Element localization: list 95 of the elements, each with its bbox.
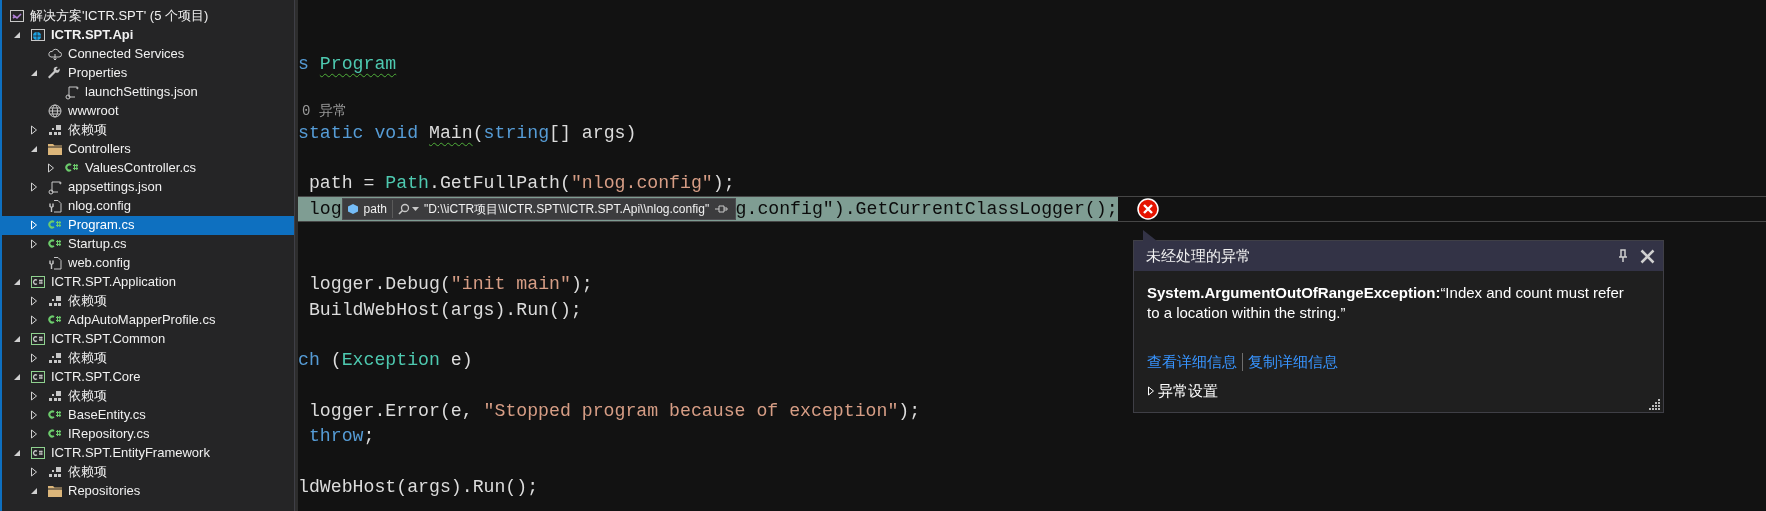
tree-item[interactable]: Properties (2, 63, 294, 83)
csharp-project-icon (30, 274, 46, 290)
tree-item[interactable]: ICTR.SPT.Application (2, 272, 294, 292)
caret-icon (411, 207, 419, 212)
tree-item[interactable]: 依赖项 (2, 291, 294, 311)
tree-item[interactable]: 依赖项 (2, 120, 294, 140)
blocks-icon (47, 350, 63, 366)
expand-arrow-icon[interactable] (29, 125, 39, 135)
code-line: logger.Error(e, "Stopped program because of exception"); (307, 399, 921, 423)
pin-icon[interactable] (1618, 249, 1628, 263)
blocks-icon (47, 293, 63, 309)
tree-item[interactable]: Startup.cs (2, 234, 294, 254)
globe-icon (47, 103, 63, 119)
search-icon (397, 203, 410, 216)
collapse-arrow-icon[interactable] (12, 334, 22, 344)
tree-item[interactable]: web.config (2, 253, 294, 273)
tree-item[interactable]: ICTR.SPT.Core (2, 367, 294, 387)
expand-arrow-icon[interactable] (29, 220, 39, 230)
csharp-project-icon (30, 331, 46, 347)
config-file-icon (47, 255, 63, 271)
folder-icon (47, 483, 63, 499)
variable-value: "D:\\iCTR项目\\ICTR.SPT\\ICTR.SPT.Api\\nlog.config" (423, 201, 710, 219)
settings-expander[interactable]: 异常设置 (1147, 379, 1650, 402)
code-line: s Program (298, 53, 397, 76)
blocks-icon (47, 388, 63, 404)
variable-name: path (363, 200, 393, 219)
tree-item[interactable]: Connected Services (2, 44, 294, 64)
tree-item[interactable]: Controllers (2, 139, 294, 159)
cube-icon (346, 203, 359, 216)
scroll-file-icon (47, 179, 63, 195)
collapse-arrow-icon[interactable] (12, 372, 22, 382)
tree-item[interactable]: 依赖项 (2, 348, 294, 368)
tree-item[interactable]: AdpAutoMapperProfile.cs (2, 310, 294, 330)
codelens-text[interactable]: 0 异常 (298, 101, 347, 123)
expand-arrow-icon[interactable] (29, 410, 39, 420)
tree-item[interactable]: IRepository.cs (2, 424, 294, 444)
code-line: BuildWebHost(args).Run(); (307, 298, 582, 322)
tree-item[interactable]: ICTR.SPT.Api (2, 25, 294, 45)
expand-arrow-icon[interactable] (29, 353, 39, 363)
expand-arrow-icon[interactable] (29, 182, 39, 192)
code-text: log (307, 197, 342, 221)
expand-arrow-icon[interactable] (29, 296, 39, 306)
tree-item[interactable]: wwwroot (2, 101, 294, 121)
expand-arrow-icon[interactable] (29, 391, 39, 401)
expand-arrow-icon (1147, 385, 1155, 396)
expand-arrow-icon[interactable] (29, 239, 39, 249)
error-icon[interactable] (1136, 198, 1159, 221)
collapse-arrow-icon[interactable] (29, 486, 39, 496)
blocks-icon (47, 122, 63, 138)
code-text: g.config").GetCurrentClassLogger(); (735, 197, 1118, 221)
resize-grip-icon[interactable] (1648, 398, 1660, 410)
visualizer-button[interactable] (397, 203, 419, 216)
tree-item[interactable]: launchSettings.json (2, 82, 294, 102)
exception-message: System.ArgumentOutOfRangeException:“Index and count must refer to a location within the string.” (1147, 283, 1625, 323)
tree-item[interactable]: ICTR.SPT.EntityFramework (2, 443, 294, 463)
popup-link[interactable]: 查看详细信息 (1147, 351, 1237, 374)
csharp-project-icon (30, 445, 46, 461)
tree-item[interactable]: 解决方案'ICTR.SPT' (5 个项目) (2, 6, 294, 26)
code-line: throw; (307, 425, 375, 449)
code-line: static void Main(string[] args) (298, 121, 637, 145)
tree-item[interactable]: 依赖项 (2, 462, 294, 482)
tree-item[interactable]: appsettings.json (2, 177, 294, 197)
tree-item[interactable]: 依赖项 (2, 386, 294, 406)
folder-icon (47, 141, 63, 157)
blocks-icon (47, 464, 63, 480)
tree-item[interactable]: ValuesController.cs (2, 158, 294, 178)
code-line: logger.Debug("init main"); (307, 273, 593, 297)
tree-item[interactable]: ICTR.SPT.Common (2, 329, 294, 349)
globe-window-icon (30, 27, 46, 43)
popup-link[interactable]: 复制详细信息 (1248, 351, 1338, 374)
config-file-icon (47, 198, 63, 214)
pin-icon[interactable] (714, 204, 729, 215)
scroll-file-icon (64, 84, 80, 100)
tree-item[interactable]: BaseEntity.cs (2, 405, 294, 425)
expand-arrow-icon[interactable] (29, 429, 39, 439)
close-icon[interactable] (1640, 248, 1655, 264)
expand-arrow-icon[interactable] (46, 163, 56, 173)
collapse-arrow-icon[interactable] (12, 30, 22, 40)
tree-item[interactable]: Repositories (2, 481, 294, 501)
tree-item[interactable]: Program.cs (2, 215, 294, 235)
collapse-arrow-icon[interactable] (12, 277, 22, 287)
code-line: ldWebHost(args).Run(); (298, 475, 539, 499)
popup-title: 未经处理的异常 (1146, 245, 1251, 266)
tree-item[interactable]: nlog.config (2, 196, 294, 216)
expand-arrow-icon[interactable] (29, 315, 39, 325)
collapse-arrow-icon[interactable] (29, 68, 39, 78)
csharp-project-icon (30, 369, 46, 385)
cloud-icon (47, 46, 63, 62)
code-line: ch (Exception e) (298, 349, 473, 373)
expand-arrow-icon[interactable] (29, 467, 39, 477)
code-line: path = Path.GetFullPath("nlog.config"); (307, 172, 735, 196)
collapse-arrow-icon[interactable] (29, 144, 39, 154)
wrench-icon (47, 65, 63, 81)
window-icon (9, 8, 25, 24)
collapse-arrow-icon[interactable] (12, 448, 22, 458)
